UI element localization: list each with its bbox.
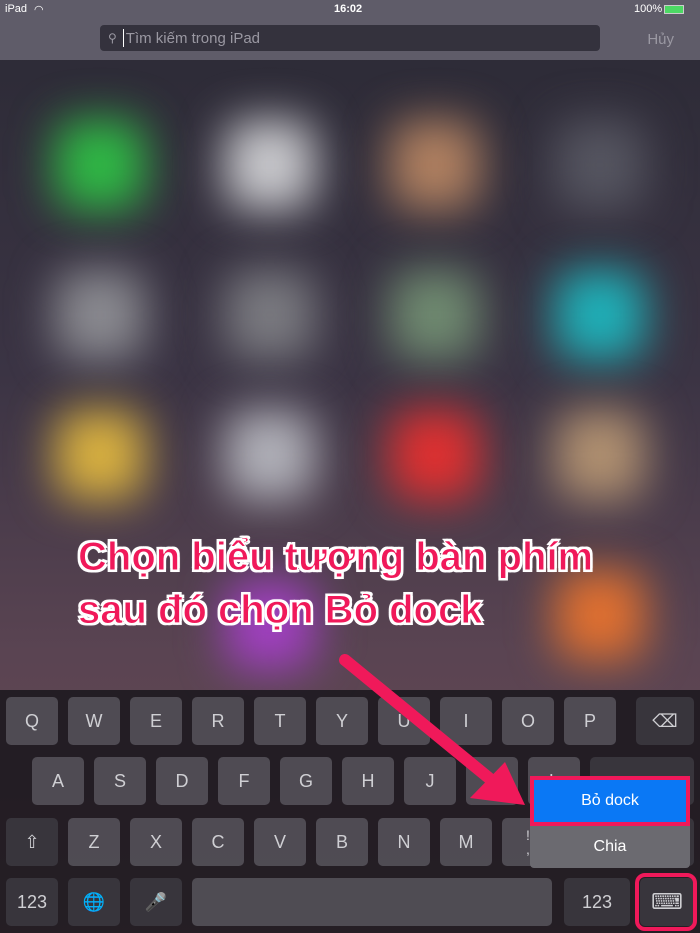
annotation-arrow	[339, 654, 525, 805]
highlight-ring	[635, 873, 697, 931]
